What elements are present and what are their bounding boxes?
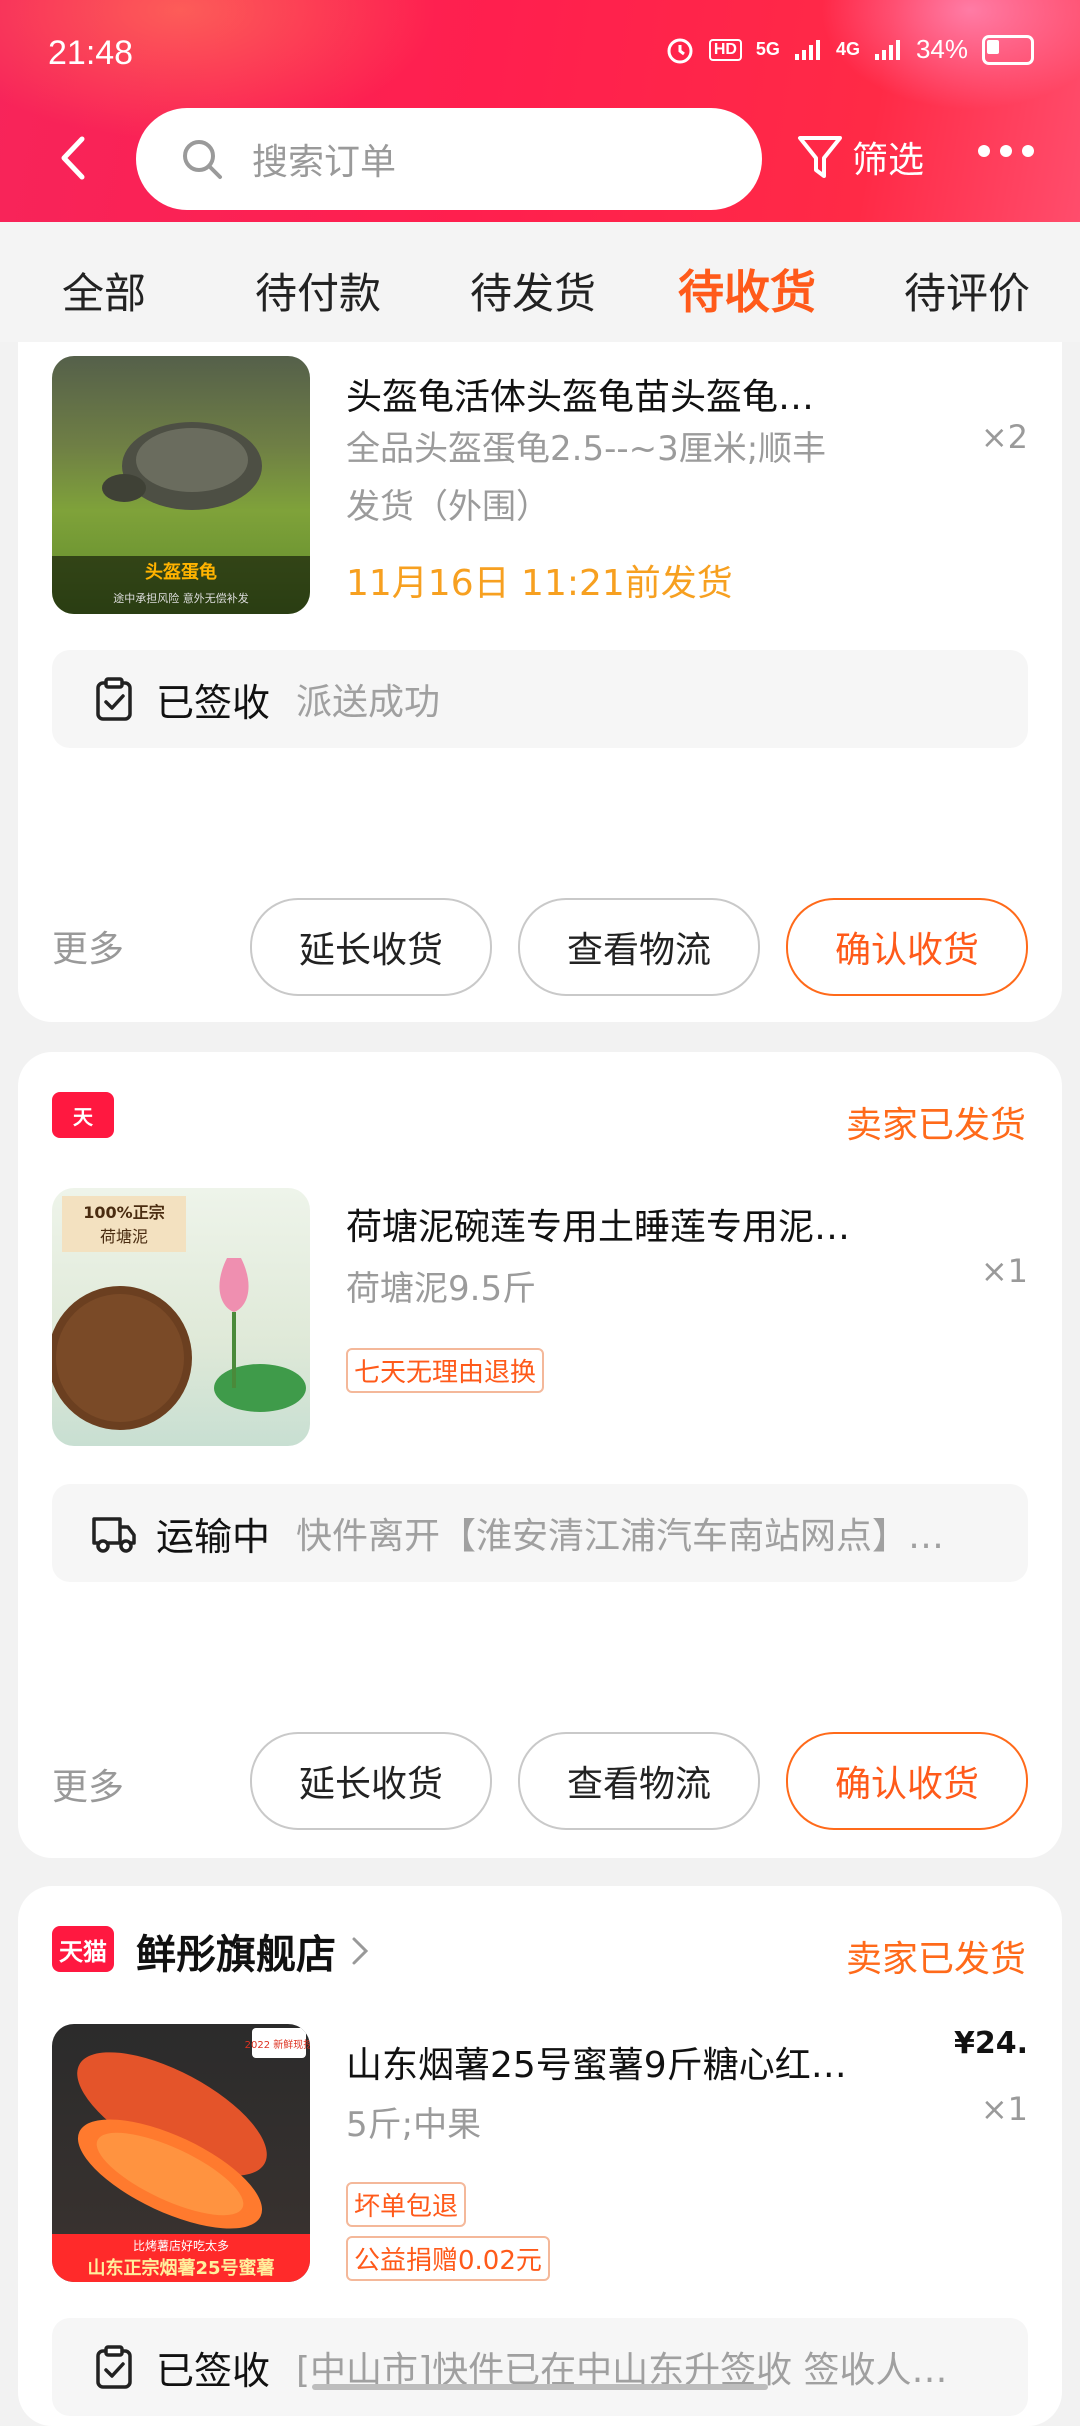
product-image[interactable]: 比烤薯店好吃太多 山东正宗烟薯25号蜜薯 2022 新鲜现挖: [52, 2024, 310, 2282]
quantity: ×1: [980, 2090, 1028, 2128]
search-input[interactable]: 搜索订单: [136, 108, 762, 210]
logistics-strip[interactable]: 运输中 快件离开【淮安清江浦汽车南站网点】…: [52, 1484, 1028, 1582]
status-time: 21:48: [48, 34, 134, 72]
thumb-label-1: 100%正宗: [83, 1203, 164, 1222]
bad-item-refund-tag: 坏单包退: [346, 2182, 467, 2227]
extend-receipt-button[interactable]: 延长收货: [250, 898, 492, 996]
filter-label: 筛选: [852, 140, 925, 181]
filter-button[interactable]: 筛选: [796, 131, 924, 183]
alarm-icon: [667, 38, 693, 63]
more-link[interactable]: 更多: [52, 920, 124, 972]
logistics-strip[interactable]: 已签收 派送成功: [52, 650, 1028, 748]
order-card: 天 卖家已发货 100%正宗 荷塘泥 荷塘泥碗莲专用土睡莲专用泥… 荷塘泥9.5…: [18, 1052, 1062, 1858]
signal-icon: [794, 39, 820, 60]
tab-all[interactable]: 全部: [62, 260, 146, 321]
more-options-icon[interactable]: [978, 145, 1034, 157]
product-image[interactable]: 头盔蛋龟 途中承担风险 意外无偿补发: [52, 356, 310, 614]
tab-pending-receipt[interactable]: 待收货: [678, 256, 816, 322]
quantity: ×2: [980, 418, 1028, 456]
thumb-label-2: 荷塘泥: [100, 1227, 148, 1246]
battery-percent: 34%: [915, 34, 968, 64]
product-image[interactable]: 100%正宗 荷塘泥: [52, 1188, 310, 1446]
product-spec: 全品头盔蛋龟2.5--~3厘米;顺丰: [346, 429, 827, 469]
nav-row: 搜索订单 筛选: [0, 105, 1080, 215]
header: 21:48 HD 5G 4G 34% 搜索订单 筛选: [0, 0, 1080, 222]
network-4g: 4G: [835, 39, 860, 59]
network-5g: 5G: [755, 39, 780, 59]
home-indicator[interactable]: [312, 2384, 768, 2390]
confirm-receipt-button[interactable]: 确认收货: [786, 1732, 1028, 1830]
thumb-sub-2: 山东正宗烟薯25号蜜薯: [87, 2257, 274, 2279]
order-card: 头盔蛋龟 途中承担风险 意外无偿补发 头盔龟活体头盔龟苗头盔龟… 全品头盔蛋龟2…: [18, 342, 1062, 1022]
view-logistics-button[interactable]: 查看物流: [518, 1732, 760, 1830]
status-icons: HD 5G 4G 34%: [665, 34, 1034, 65]
more-link[interactable]: 更多: [52, 1758, 124, 1810]
turtle-image: 头盔蛋龟 途中承担风险 意外无偿补发: [52, 422, 310, 614]
thumb-label: 头盔蛋龟: [145, 561, 217, 583]
product-title[interactable]: 荷塘泥碗莲专用土睡莲专用泥…: [346, 1198, 850, 1250]
tab-pending-shipment[interactable]: 待发货: [470, 260, 596, 321]
product-spec: 5斤;中果: [346, 2105, 482, 2145]
product-price: ¥24.: [953, 2026, 1028, 2061]
extend-receipt-button[interactable]: 延长收货: [250, 1732, 492, 1830]
order-tabs: 全部 待付款 待发货 待收货 待评价: [0, 222, 1080, 342]
logistics-status: 运输中: [156, 1514, 271, 1559]
ship-deadline: 11月16日 11:21前发货: [346, 563, 733, 604]
tmall-badge: 天: [52, 1092, 114, 1138]
signal-icon-2: [874, 39, 900, 60]
quantity: ×1: [980, 1252, 1028, 1290]
lotus-soil-image: 100%正宗 荷塘泥: [52, 1196, 306, 1430]
filter-icon: [798, 136, 842, 178]
thumb-sub-1: 比烤薯店好吃太多: [133, 2238, 229, 2253]
truck-icon: [92, 1517, 136, 1553]
shop-name-text: 鲜彤旗舰店: [136, 1932, 336, 1978]
product-spec-2: 发货（外围）: [346, 487, 550, 527]
confirm-receipt-button[interactable]: 确认收货: [786, 898, 1028, 996]
tab-pending-payment[interactable]: 待付款: [255, 260, 381, 321]
thumb-sub: 途中承担风险 意外无偿补发: [113, 591, 249, 605]
view-logistics-button[interactable]: 查看物流: [518, 898, 760, 996]
status-bar: 21:48 HD 5G 4G 34%: [0, 0, 1080, 110]
order-status: 卖家已发货: [845, 1105, 1026, 1146]
battery-icon: [982, 34, 1034, 65]
search-icon: [183, 140, 222, 179]
logistics-status: 已签收: [156, 680, 271, 725]
logistics-status: 已签收: [156, 2348, 271, 2393]
order-card: 天猫 鲜彤旗舰店 卖家已发货 比烤薯店好吃太多 山东正宗烟薯25号蜜薯 2022…: [18, 1886, 1062, 2426]
shop-name[interactable]: 鲜彤旗舰店: [136, 1922, 376, 1980]
clipboard-check-icon: [96, 2345, 132, 2389]
search-placeholder: 搜索订单: [252, 142, 397, 183]
sweet-potato-image: 比烤薯店好吃太多 山东正宗烟薯25号蜜薯 2022 新鲜现挖: [52, 2028, 310, 2282]
tmall-badge: 天猫: [52, 1926, 114, 1972]
logistics-strip[interactable]: 已签收 [中山市]快件已在中山东升签收 签收人…: [52, 2318, 1028, 2416]
tab-pending-review[interactable]: 待评价: [904, 260, 1030, 321]
clipboard-check-icon: [96, 677, 132, 721]
logistics-detail: 快件离开【淮安清江浦汽车南站网点】…: [296, 1516, 945, 1557]
thumb-badge: 2022 新鲜现挖: [245, 2038, 310, 2051]
product-spec: 荷塘泥9.5斤: [346, 1269, 537, 1309]
order-status: 卖家已发货: [845, 1939, 1026, 1980]
product-title[interactable]: 头盔龟活体头盔龟苗头盔龟…: [346, 368, 814, 420]
back-arrow-icon[interactable]: [50, 133, 100, 183]
product-title[interactable]: 山东烟薯25号蜜薯9斤糖心红…: [346, 2036, 847, 2088]
chevron-right-icon: [352, 1937, 369, 1965]
charity-tag: 公益捐赠0.02元: [346, 2236, 550, 2281]
hd-icon: HD: [708, 38, 742, 61]
return-policy-tag: 七天无理由退换: [346, 1348, 545, 1393]
logistics-detail: 派送成功: [296, 682, 441, 723]
